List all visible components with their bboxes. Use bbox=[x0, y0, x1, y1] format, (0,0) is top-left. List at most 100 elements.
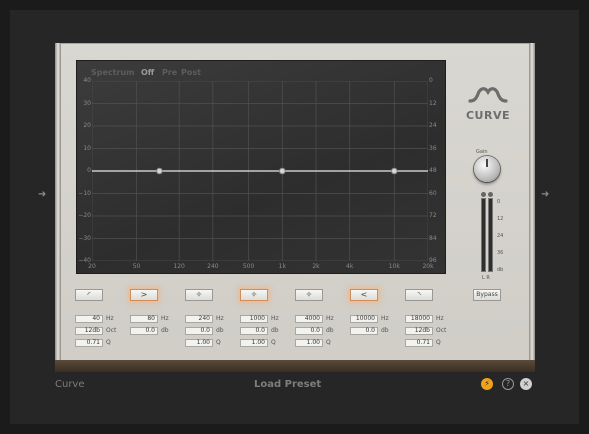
bell-icon[interactable]: ✧ bbox=[240, 289, 268, 301]
y-tick-right: 60 bbox=[429, 189, 437, 197]
band-4-second-unit: db bbox=[271, 327, 279, 334]
y-tick-left: 40 bbox=[83, 77, 91, 84]
help-icon[interactable]: ? bbox=[502, 378, 514, 390]
band-3-third-field[interactable]: 1.00 bbox=[185, 339, 213, 347]
meter-tick: db bbox=[497, 267, 504, 273]
band-1-second-unit: Oct bbox=[106, 327, 117, 334]
y-tick-right: 36 bbox=[429, 144, 437, 152]
eq-node-band-6[interactable] bbox=[390, 167, 398, 175]
eq-node-band-2[interactable] bbox=[156, 167, 163, 175]
band-1-third-field[interactable]: 0.71 bbox=[75, 339, 103, 347]
input-arrow-icon: ➜ bbox=[38, 189, 47, 200]
y-tick-right: 12 bbox=[429, 99, 437, 107]
band-6-second-unit: db bbox=[381, 327, 389, 334]
band-7-second-unit: Oct bbox=[436, 327, 447, 334]
band-4-third-field[interactable]: 1.00 bbox=[240, 339, 268, 347]
right-rail bbox=[529, 43, 535, 361]
y-tick-right: 48 bbox=[429, 167, 437, 174]
y-tick-left: 20 bbox=[83, 122, 91, 129]
band-7-freq-unit: Hz bbox=[436, 315, 444, 322]
y-tick-left: −30 bbox=[78, 234, 91, 242]
left-rail bbox=[55, 43, 61, 361]
curve-logo: CURVE bbox=[463, 85, 513, 122]
band-1-freq-field[interactable]: 40 bbox=[75, 315, 103, 323]
band-3-third-unit: Q bbox=[216, 339, 221, 346]
band-4-third-unit: Q bbox=[271, 339, 276, 346]
band-4-second-field[interactable]: 0.0 bbox=[240, 327, 268, 335]
x-tick: 2k bbox=[312, 263, 320, 270]
x-tick: 20 bbox=[88, 263, 96, 270]
band-7-third-field[interactable]: 0.71 bbox=[405, 339, 433, 347]
band-5-second-unit: db bbox=[326, 327, 334, 334]
band-1-freq-unit: Hz bbox=[106, 315, 114, 322]
x-tick: 4k bbox=[346, 263, 354, 270]
band-1-third-unit: Q bbox=[106, 339, 111, 346]
curve-logo-icon bbox=[468, 87, 508, 103]
high-shelf-icon[interactable]: < bbox=[350, 289, 378, 301]
band-6-freq-field[interactable]: 10000 bbox=[350, 315, 378, 323]
eq-grid bbox=[92, 81, 428, 261]
eq-graph-display[interactable]: Spectrum Off Pre Post 40 30 20 10 0 −10 −20 −30… bbox=[76, 60, 446, 274]
meter-tick: 24 bbox=[497, 233, 504, 239]
band-5-third-field[interactable]: 1.00 bbox=[295, 339, 323, 347]
y-tick-left: 0 bbox=[87, 167, 91, 174]
output-meter-left bbox=[481, 198, 486, 272]
x-tick: 240 bbox=[207, 263, 219, 270]
wood-trim bbox=[55, 360, 535, 372]
band-3-freq-field[interactable]: 240 bbox=[185, 315, 213, 323]
band-3-second-unit: db bbox=[216, 327, 224, 334]
spectrum-option-post[interactable]: Post bbox=[181, 68, 201, 77]
bypass-button[interactable]: Bypass bbox=[473, 289, 501, 301]
x-tick: 10k bbox=[388, 263, 400, 270]
high-cut-icon[interactable]: ◝ bbox=[405, 289, 433, 301]
bell-icon[interactable]: ✧ bbox=[295, 289, 323, 301]
output-arrow-icon: ➜ bbox=[541, 189, 550, 200]
band-6-second-field[interactable]: 0.0 bbox=[350, 327, 378, 335]
spectrum-option-pre[interactable]: Pre bbox=[162, 68, 177, 77]
y-tick-left: 10 bbox=[83, 144, 91, 152]
eq-node-band-4[interactable] bbox=[278, 167, 286, 175]
meter-tick: 0 bbox=[497, 199, 501, 205]
band-5-freq-field[interactable]: 4000 bbox=[295, 315, 323, 323]
band-2-second-unit: db bbox=[161, 327, 169, 334]
output-meter-right bbox=[488, 198, 493, 272]
band-4-freq-unit: Hz bbox=[271, 315, 279, 322]
meter-tick: 36 bbox=[497, 250, 504, 256]
band-2-freq-field[interactable]: 80 bbox=[130, 315, 158, 323]
band-6-freq-unit: Hz bbox=[381, 315, 389, 322]
bolt-icon[interactable]: ⚡ bbox=[481, 378, 493, 390]
gain-label: Gain bbox=[476, 149, 488, 155]
y-tick-left: −10 bbox=[78, 189, 91, 197]
band-3-freq-unit: Hz bbox=[216, 315, 224, 322]
x-tick: 500 bbox=[242, 263, 255, 270]
gain-knob[interactable] bbox=[474, 156, 500, 182]
band-5-third-unit: Q bbox=[326, 339, 331, 346]
y-tick-right: 84 bbox=[429, 234, 437, 242]
low-cut-icon[interactable]: ◜ bbox=[75, 289, 103, 301]
load-preset-button[interactable]: Load Preset bbox=[254, 379, 321, 390]
meter-led-left bbox=[481, 192, 486, 197]
band-7-second-field[interactable]: 12db bbox=[405, 327, 433, 335]
band-7-freq-field[interactable]: 18000 bbox=[405, 315, 433, 323]
logo-text: CURVE bbox=[465, 109, 510, 122]
band-5-freq-unit: Hz bbox=[326, 315, 334, 322]
plugin-name: Curve bbox=[55, 379, 85, 390]
y-tick-left: −20 bbox=[78, 212, 91, 219]
band-2-second-field[interactable]: 0.0 bbox=[130, 327, 158, 335]
meter-channel-label: L R bbox=[482, 275, 490, 281]
y-tick-right: 0 bbox=[429, 77, 433, 84]
close-icon[interactable]: × bbox=[520, 378, 532, 390]
band-5-second-field[interactable]: 0.0 bbox=[295, 327, 323, 335]
band-1-second-field[interactable]: 12db bbox=[75, 327, 103, 335]
x-tick: 1k bbox=[278, 263, 286, 270]
x-tick: 120 bbox=[173, 263, 185, 270]
bell-icon[interactable]: ✧ bbox=[185, 289, 213, 301]
y-tick-left: 30 bbox=[83, 99, 91, 107]
band-4-freq-field[interactable]: 1000 bbox=[240, 315, 268, 323]
band-7-third-unit: Q bbox=[436, 339, 441, 346]
y-tick-right: 24 bbox=[429, 122, 437, 129]
spectrum-option-off[interactable]: Off bbox=[141, 68, 154, 77]
band-3-second-field[interactable]: 0.0 bbox=[185, 327, 213, 335]
low-shelf-icon[interactable]: > bbox=[130, 289, 158, 301]
x-tick: 50 bbox=[132, 263, 141, 270]
